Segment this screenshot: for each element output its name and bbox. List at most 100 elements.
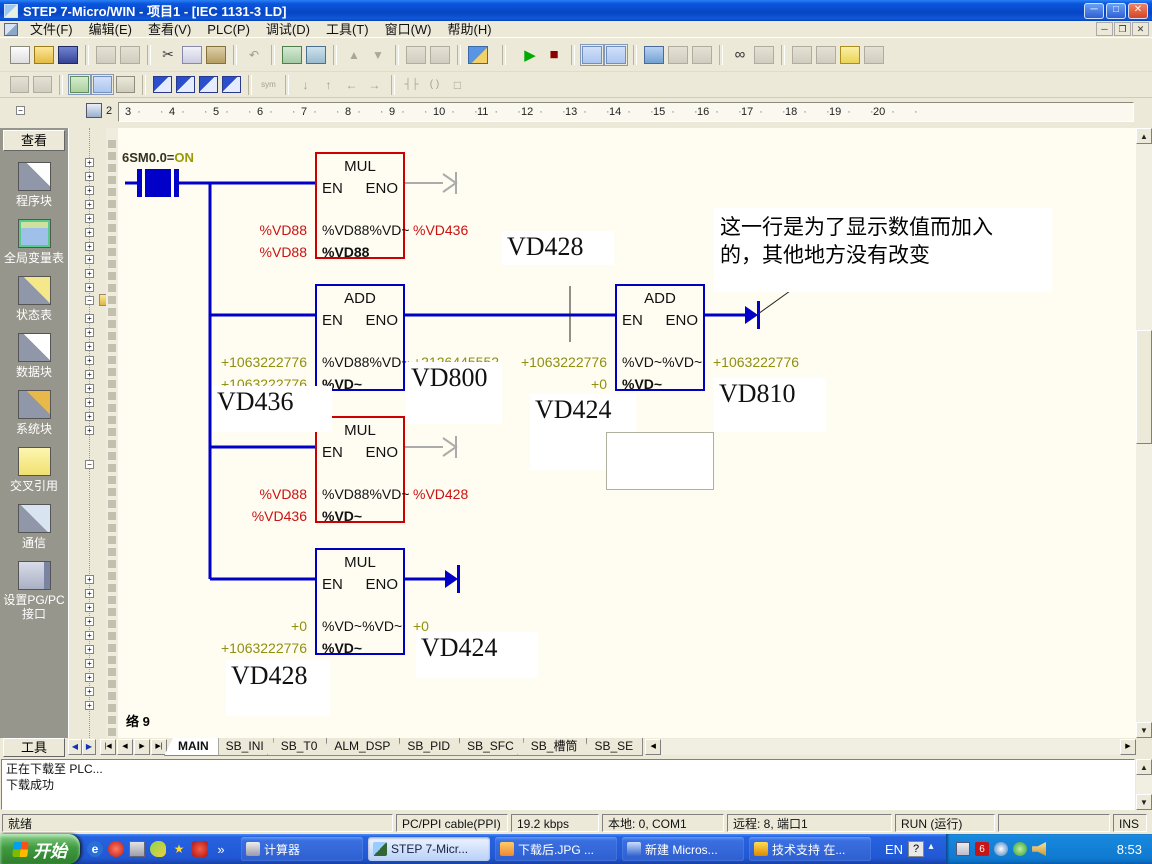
tree-expand-box[interactable] (85, 575, 94, 584)
tab-sb-caotong[interactable]: SB_槽筒 (517, 738, 588, 756)
tree-expand-box[interactable] (85, 398, 94, 407)
tree-collapse-box[interactable] (16, 106, 25, 115)
tree-expand-box[interactable] (85, 314, 94, 323)
hscroll-left-button[interactable]: ◀ (645, 739, 661, 755)
task-word[interactable]: 新建 Micros... (622, 837, 744, 861)
tray-app4-icon[interactable] (1013, 842, 1027, 856)
hscroll-right-button[interactable]: ▶ (1120, 739, 1136, 755)
menu-plc[interactable]: PLC(P) (199, 21, 258, 38)
copy-button[interactable] (182, 46, 202, 64)
insert-contact-button[interactable]: ┤├ (402, 76, 421, 93)
line-left-button[interactable]: ← (342, 76, 361, 93)
quicklaunch-overflow-button[interactable]: » (213, 841, 229, 857)
app-red-icon[interactable] (108, 841, 124, 857)
run-button[interactable]: ▶ (520, 46, 540, 64)
lock-write-button[interactable] (816, 46, 836, 64)
start-button[interactable]: 开始 (0, 834, 80, 864)
tree-expand-box[interactable] (85, 370, 94, 379)
tab-alm-dsp[interactable]: ALM_DSP (320, 738, 400, 756)
output-scrollbar[interactable]: ▲ ▼ (1136, 759, 1152, 810)
sidebar-tools-header[interactable]: 工具 (3, 738, 65, 757)
mul-block-3[interactable]: MUL ENENO %VD~%VD~ %VD~ +0 +1063222776 +… (315, 548, 405, 655)
options-button[interactable] (468, 46, 488, 64)
tree-expand-box[interactable] (85, 673, 94, 682)
chart-write-button[interactable] (692, 46, 712, 64)
ladder-view-button[interactable] (70, 76, 89, 93)
compile-button[interactable] (282, 46, 302, 64)
task-step7[interactable]: STEP 7-Micr... (368, 837, 490, 861)
tray-app3-icon[interactable] (994, 842, 1008, 856)
bookmark-glasses-button[interactable]: ∞ (730, 46, 750, 64)
open-project-button[interactable] (34, 46, 54, 64)
insert-network-button[interactable] (10, 76, 29, 93)
tree-expand-box[interactable] (85, 342, 94, 351)
chart-pause-button[interactable] (668, 46, 688, 64)
tab-sb-pid[interactable]: SB_PID (393, 738, 460, 756)
line-up-button[interactable]: ↑ (319, 76, 338, 93)
tree-expand-box[interactable] (85, 384, 94, 393)
download-button[interactable]: ▼ (368, 46, 388, 64)
tree-expand-box[interactable] (85, 687, 94, 696)
sidebar-item-program-block[interactable]: 程序块 (0, 162, 68, 208)
tree-scroll-right-button[interactable]: ▶ (82, 739, 96, 755)
paste-button[interactable] (206, 46, 226, 64)
tray-expand-chevron[interactable]: ▴ (924, 841, 938, 857)
delete-network-button[interactable] (33, 76, 52, 93)
unforce-button[interactable] (199, 76, 218, 93)
task-calculator[interactable]: 计算器 (241, 837, 363, 861)
ime-help-icon[interactable]: ? (908, 841, 924, 857)
mdi-restore-button[interactable]: ❐ (1114, 22, 1131, 36)
force-lock-button[interactable] (840, 46, 860, 64)
table-view-button[interactable] (116, 76, 135, 93)
sidebar-item-status-table[interactable]: 状态表 (0, 276, 68, 322)
scroll-up-button[interactable]: ▲ (1136, 128, 1152, 144)
tab-sb-sfc[interactable]: SB_SFC (453, 738, 524, 756)
tree-expand-box[interactable] (85, 214, 94, 223)
undo-button[interactable]: ↶ (244, 46, 264, 64)
stop-button[interactable]: ■ (544, 46, 564, 64)
tray-app1-icon[interactable] (956, 842, 970, 856)
tree-expand-box[interactable] (85, 186, 94, 195)
bird-icon[interactable] (150, 841, 166, 857)
symbol-view-button[interactable] (93, 76, 112, 93)
lock-read-button[interactable] (792, 46, 812, 64)
tab-main[interactable]: MAIN (164, 738, 219, 756)
tab-sb-se[interactable]: SB_SE (580, 738, 643, 756)
tree-scroll-left-button[interactable]: ◀ (68, 739, 82, 755)
tree-expand-box[interactable] (85, 283, 94, 292)
sidebar-item-cross-reference[interactable]: 交叉引用 (0, 447, 68, 493)
mdi-close-button[interactable]: ✕ (1132, 22, 1149, 36)
tree-expand-box[interactable] (85, 356, 94, 365)
symbol-table-button[interactable]: sym (259, 76, 278, 93)
sidebar-item-global-variable-table[interactable]: 全局变量表 (0, 219, 68, 265)
tree-expand-box[interactable] (85, 200, 94, 209)
minimize-button[interactable]: ─ (1084, 3, 1104, 19)
tree-expand-box[interactable] (85, 228, 94, 237)
tab-sb-t0[interactable]: SB_T0 (267, 738, 328, 756)
tab-scroll-last-button[interactable]: ▶| (151, 739, 167, 755)
tree-expand-box[interactable] (85, 617, 94, 626)
tree-expand-box[interactable] (85, 603, 94, 612)
menu-help[interactable]: 帮助(H) (440, 21, 500, 38)
menu-debug[interactable]: 调试(D) (258, 21, 318, 38)
task-support-chat[interactable]: 技术支持 在... (749, 837, 871, 861)
scroll-up-button[interactable]: ▲ (1136, 759, 1152, 775)
task-image-viewer[interactable]: 下载后.JPG ... (495, 837, 617, 861)
compile-all-button[interactable] (306, 46, 326, 64)
unforce-all-button[interactable] (222, 76, 241, 93)
calculator-icon[interactable] (129, 841, 145, 857)
tree-expand-box[interactable] (85, 172, 94, 181)
menu-edit[interactable]: 编辑(E) (81, 21, 140, 38)
tree-expand-box[interactable] (85, 269, 94, 278)
tree-expand-box[interactable] (85, 659, 94, 668)
chart-status-button[interactable] (644, 46, 664, 64)
line-down-button[interactable]: ↓ (296, 76, 315, 93)
vertical-scrollbar[interactable]: ▲ ▼ (1136, 128, 1152, 738)
tree-expand-box[interactable] (85, 158, 94, 167)
sidebar-item-data-block[interactable]: 数据块 (0, 333, 68, 379)
sidebar-item-system-block[interactable]: 系统块 (0, 390, 68, 436)
tab-scroll-left-button[interactable]: ◀ (117, 739, 133, 755)
add-block-2[interactable]: ADD ENENO %VD~%VD~ %VD~ +1063222776 +0 +… (615, 284, 705, 391)
tree-collapse-box[interactable] (85, 460, 94, 469)
line-right-button[interactable]: → (365, 76, 384, 93)
